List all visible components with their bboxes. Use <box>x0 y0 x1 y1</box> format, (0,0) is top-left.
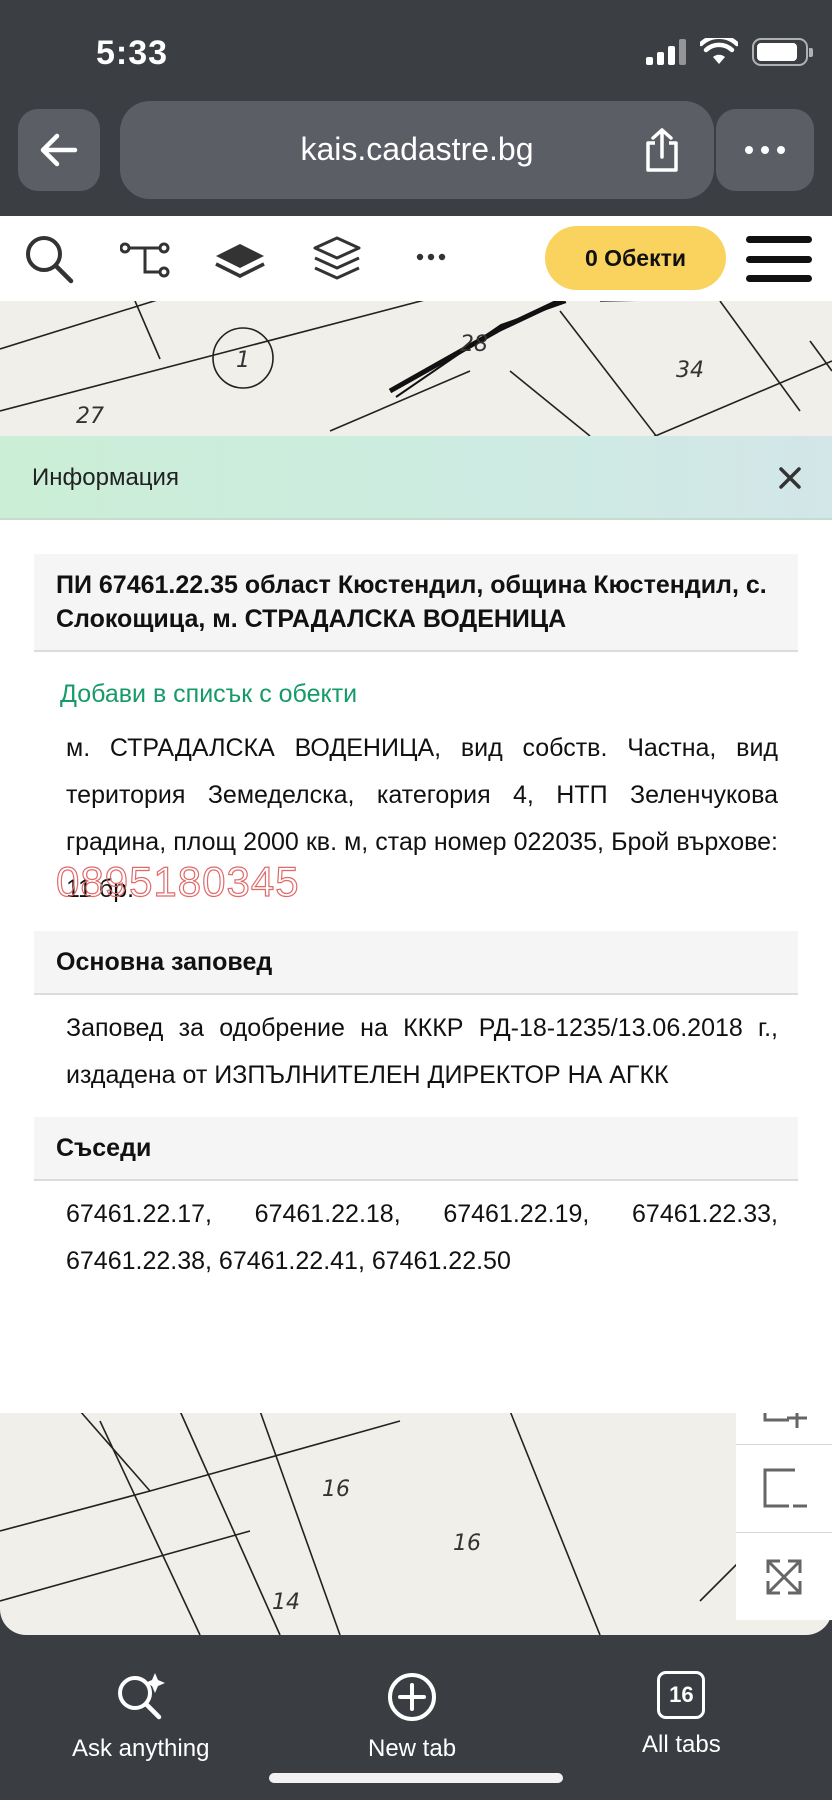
map-label-16: 16 <box>322 1477 350 1502</box>
map-label-28: 28 <box>460 332 488 357</box>
home-indicator <box>269 1773 563 1783</box>
map-controls <box>736 1400 832 1620</box>
map-label-34: 34 <box>676 358 704 383</box>
neighbors-text: 67461.22.17, 67461.22.18, 67461.22.19, 6… <box>66 1200 778 1275</box>
more-dot <box>745 146 753 154</box>
site-toolbar: 0 Обекти <box>0 216 832 301</box>
add-to-list-link[interactable]: Добави в списък с обекти <box>60 680 832 709</box>
plus-circle-icon <box>388 1673 437 1721</box>
tab-count: 16 <box>669 1682 694 1707</box>
all-tabs-label: All tabs <box>642 1731 721 1758</box>
parcel-heading: ПИ 67461.22.35 област Кюстендил, община … <box>34 554 798 652</box>
parcel-details: м. СТРАДАЛСКА ВОДЕНИЦА, вид собств. Част… <box>66 734 778 903</box>
map-label-14: 14 <box>272 1590 300 1615</box>
status-icons <box>646 38 813 66</box>
back-arrow-icon <box>40 133 78 167</box>
map-label-27: 27 <box>76 404 104 429</box>
ask-anything-label: Ask anything <box>72 1735 210 1762</box>
neighbors-heading: Съседи <box>34 1117 798 1181</box>
zoom-out-icon <box>763 1468 807 1507</box>
browser-top-chrome: 5:33 kais.cadastre.bg <box>0 0 832 216</box>
hamburger-icon[interactable] <box>746 236 812 282</box>
info-header: Информация <box>0 436 832 520</box>
sparkle-search-icon <box>117 1673 165 1720</box>
close-icon[interactable] <box>770 458 810 498</box>
cellular-signal-icon <box>646 39 686 65</box>
back-button[interactable] <box>18 109 100 191</box>
objects-button[interactable]: 0 Обекти <box>545 226 726 290</box>
wifi-icon <box>700 38 738 64</box>
route-icon[interactable] <box>120 240 170 280</box>
zoom-out-button[interactable] <box>736 1444 832 1532</box>
url-text[interactable]: kais.cadastre.bg <box>120 131 714 168</box>
more-button[interactable] <box>716 109 814 191</box>
status-time: 5:33 <box>96 34 169 72</box>
fullscreen-button[interactable] <box>736 1532 832 1620</box>
more-dot <box>761 146 769 154</box>
search-icon[interactable] <box>24 234 74 284</box>
layers-icon[interactable] <box>312 234 362 284</box>
map-label-1: 1 <box>236 348 250 373</box>
new-tab-button[interactable]: New tab <box>368 1671 456 1763</box>
url-bar[interactable]: kais.cadastre.bg <box>120 101 714 199</box>
more-dot <box>777 146 785 154</box>
info-title: Информация <box>32 464 179 491</box>
info-panel: Информация ПИ 67461.22.35 област Кюстенд… <box>0 436 832 1413</box>
ask-anything-button[interactable]: Ask anything <box>72 1671 209 1763</box>
tabs-count-icon: 16 <box>657 1671 706 1719</box>
all-tabs-button[interactable]: 16 All tabs <box>642 1671 721 1759</box>
share-icon[interactable] <box>640 127 684 173</box>
order-text: Заповед за одобрение на КККР РД-18-1235/… <box>66 1014 778 1089</box>
ellipsis-icon[interactable] <box>416 252 446 262</box>
order-heading: Основна заповед <box>34 931 798 995</box>
expand-icon <box>766 1559 802 1594</box>
map-label-16b: 16 <box>453 1531 481 1556</box>
new-tab-label: New tab <box>368 1735 457 1762</box>
battery-icon <box>752 38 813 66</box>
layer-icon[interactable] <box>214 240 266 280</box>
